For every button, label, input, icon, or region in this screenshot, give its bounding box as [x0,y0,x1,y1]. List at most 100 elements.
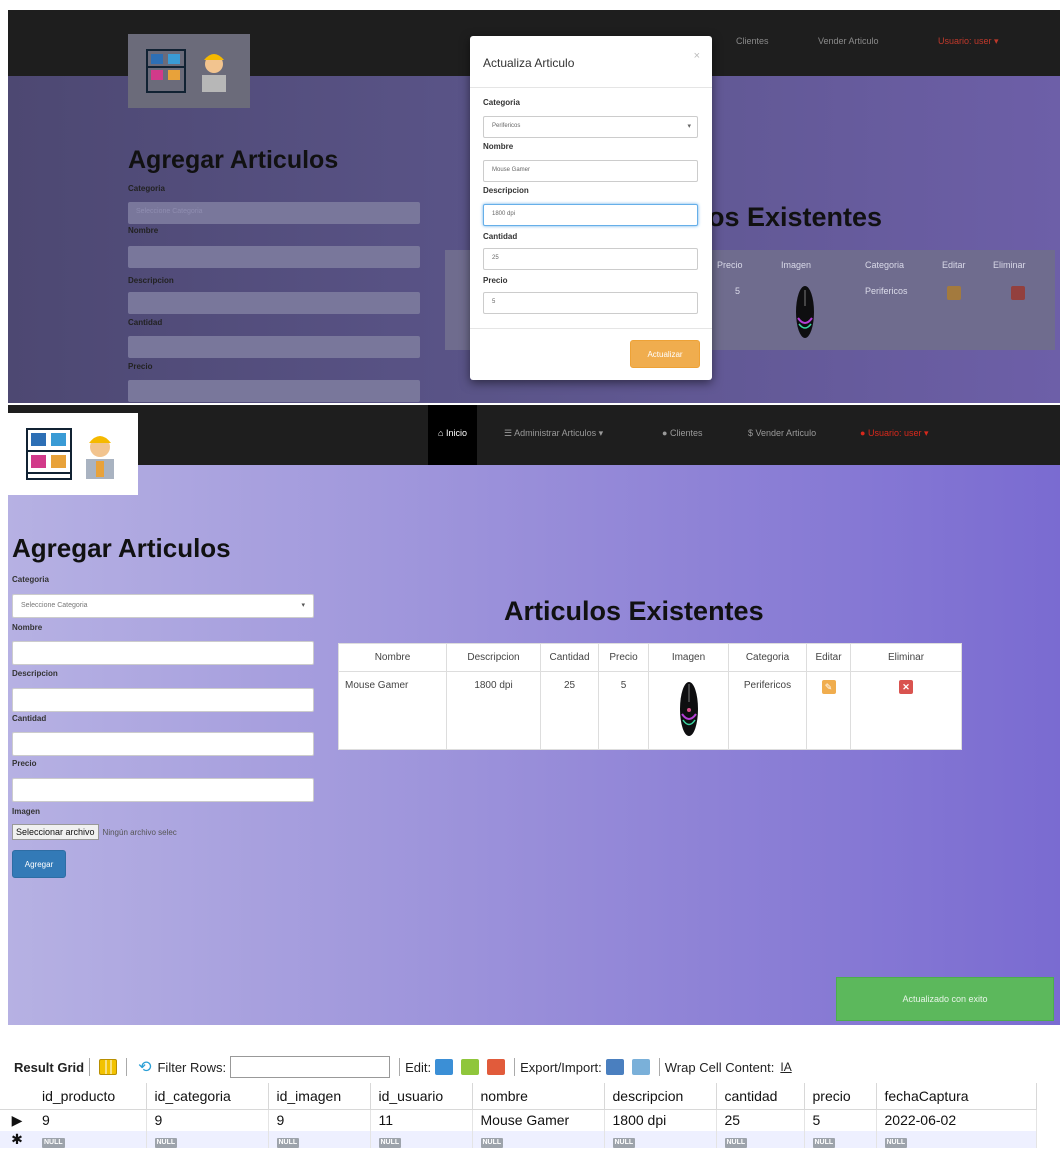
nav-usuario-dimmed[interactable]: Usuario: user ▾ [938,36,999,47]
nav-inicio[interactable]: ⌂ Inicio [428,405,477,465]
null-cell[interactable]: NULL [472,1131,605,1148]
label-categoria: Categoria [12,575,49,584]
input-precio[interactable] [12,778,314,802]
null-cell[interactable]: NULL [146,1131,269,1148]
nav-inicio-label: Inicio [445,428,467,438]
nav-clientes-label: Clientes [669,428,703,438]
categoria-placeholder: Seleccione Categoria [21,602,88,609]
select-categoria-dimmed[interactable]: Seleccione Categoria [128,202,420,224]
result-grid-tab[interactable]: Result Grid [14,1060,84,1075]
nav-vender[interactable]: $ Vender Articulo [748,428,816,438]
file-status: Ningún archivo selec [102,827,177,837]
select-categoria[interactable]: Seleccione Categoria ▾ [12,594,314,618]
edit-row-icon[interactable] [435,1059,454,1075]
col-header[interactable]: id_producto [34,1083,147,1110]
th-cantidad: Cantidad [540,643,599,672]
agregar-button[interactable]: Agregar [12,850,66,878]
col-header[interactable]: fechaCaptura [876,1083,1037,1110]
grid-cell[interactable]: 2022-06-02 [876,1109,1037,1131]
col-header[interactable]: nombre [472,1083,605,1110]
grid-cell[interactable]: 9 [268,1109,371,1131]
th-editar-dimmed: Editar [942,260,966,270]
col-header[interactable]: id_imagen [268,1083,371,1110]
input-descripcion-dimmed[interactable] [128,292,420,314]
null-badge: NULL [884,1138,908,1148]
input-nombre-dimmed[interactable] [128,246,420,268]
col-header[interactable]: descripcion [604,1083,717,1110]
shelves-logo-icon [26,428,72,480]
close-icon[interactable]: × [694,50,700,62]
delete-row-icon[interactable] [487,1059,506,1075]
main-page-panel: ⌂ Inicio ☰ Administrar Articulos ▾ ● Cli… [8,405,1060,1025]
export-icon[interactable] [605,1059,624,1075]
grid-cell[interactable]: Mouse Gamer [472,1109,605,1131]
null-cell[interactable]: NULL [370,1131,473,1148]
null-cell[interactable]: NULL [604,1131,717,1148]
nav-vender-dimmed[interactable]: Vender Articulo [818,36,879,46]
add-row-icon[interactable] [461,1059,480,1075]
table-row: Mouse Gamer 1800 dpi 25 5 Perifericos ✎ … [338,671,962,750]
delete-icon-dimmed[interactable] [1011,286,1025,300]
input-cantidad[interactable] [12,732,314,756]
null-cell[interactable]: NULL [268,1131,371,1148]
nav-clientes-dimmed[interactable]: Clientes [736,36,769,46]
edit-icon-dimmed[interactable] [947,286,961,300]
filter-rows-input[interactable] [230,1056,391,1078]
toolbar-divider [514,1058,516,1076]
refresh-icon[interactable]: ⟲ [138,1057,151,1077]
input-descripcion[interactable] [12,688,314,712]
input-cantidad-dimmed[interactable] [128,336,420,358]
th-imagen: Imagen [648,643,729,672]
cell-editar: ✎ [806,671,851,750]
table-row[interactable]: ▶ 9 9 9 11 Mouse Gamer 1800 dpi 25 5 202… [0,1109,1037,1131]
worker-logo-icon [202,54,226,92]
null-cell[interactable]: NULL [876,1131,1037,1148]
grid-cell[interactable]: 1800 dpi [604,1109,717,1131]
grid-cell[interactable]: 25 [716,1109,805,1131]
delete-icon[interactable]: ✕ [899,680,913,694]
modal-input-cantidad[interactable]: 25 [483,248,698,270]
modal-input-precio[interactable]: 5 [483,292,698,314]
col-header[interactable]: id_usuario [370,1083,473,1110]
col-header[interactable]: id_categoria [146,1083,269,1110]
mouse-image-dimmed-icon [796,286,814,338]
th-descripcion: Descripcion [446,643,541,672]
td-categoria-dimmed: Perifericos [865,286,908,296]
home-icon: ⌂ [438,428,444,438]
th-nombre: Nombre [338,643,447,672]
new-row[interactable]: ✱ NULL NULL NULL NULL NULL NULL NULL NUL… [0,1131,1037,1148]
modal-select-categoria[interactable]: Perifericos ▾ [483,116,698,138]
table-header-row: Nombre Descripcion Cantidad Precio Image… [338,643,962,672]
nav-usuario[interactable]: ● Usuario: user ▾ [860,428,929,439]
modal-label-nombre: Nombre [483,142,514,151]
edit-icon[interactable]: ✎ [821,680,836,694]
input-nombre[interactable] [12,641,314,665]
null-badge: NULL [154,1138,178,1148]
table-title-dimmed: os Existentes [708,202,883,232]
select-file-button[interactable]: Seleccionar archivo [12,824,99,840]
modal-input-descripcion[interactable]: 1800 dpi [483,204,698,226]
th-eliminar: Eliminar [850,643,962,672]
grid-cell[interactable]: 11 [370,1109,473,1131]
col-header[interactable]: precio [804,1083,877,1110]
grid-cell[interactable]: 9 [34,1109,147,1131]
label-cantidad: Cantidad [12,714,47,723]
grid-cell[interactable]: 9 [146,1109,269,1131]
dollar-icon: $ [748,428,754,438]
input-precio-dimmed[interactable] [128,380,420,402]
label-nombre: Nombre [12,623,43,632]
modal-input-nombre[interactable]: Mouse Gamer [483,160,698,182]
null-cell[interactable]: NULL [34,1131,147,1148]
null-cell[interactable]: NULL [804,1131,877,1148]
actualizar-button[interactable]: Actualizar [630,340,700,368]
null-cell[interactable]: NULL [716,1131,805,1148]
nav-clientes[interactable]: ● Clientes [662,428,702,438]
grid-cell[interactable]: 5 [804,1109,877,1131]
modal-label-categoria: Categoria [483,98,520,107]
col-header[interactable]: cantidad [716,1083,805,1110]
modal-label-descripcion: Descripcion [483,186,529,195]
import-icon[interactable] [631,1059,650,1075]
nav-administrar[interactable]: ☰ Administrar Articulos ▾ [504,428,603,439]
wrap-toggle-icon[interactable]: IA [780,1060,791,1074]
grid-view-icon[interactable] [99,1059,118,1075]
